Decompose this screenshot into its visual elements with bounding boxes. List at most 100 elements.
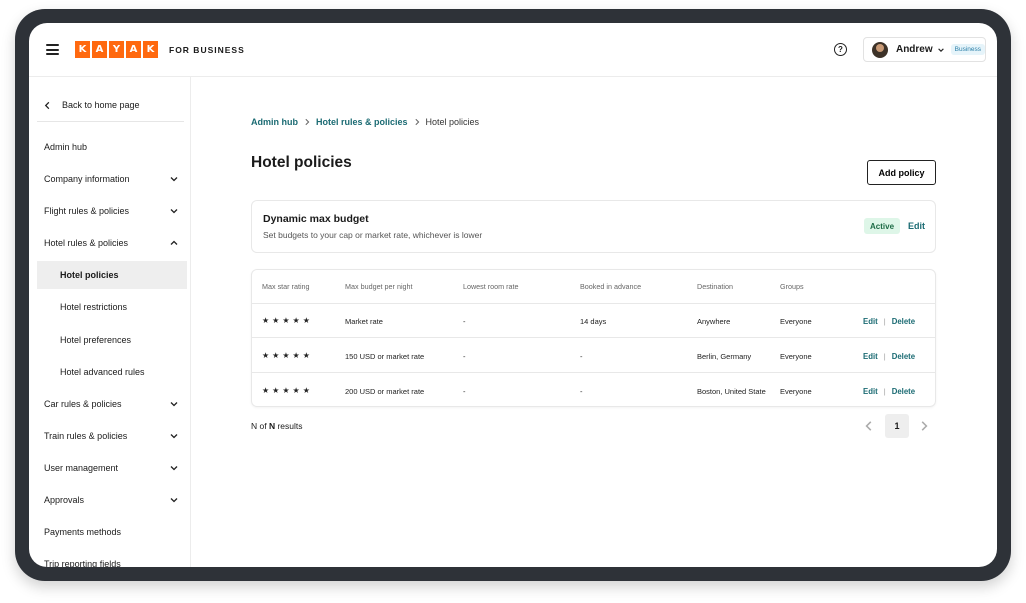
sidebar-item-label: Hotel policies <box>60 270 119 280</box>
sidebar-item-flight-rules-and-policies[interactable]: Flight rules & policies <box>37 197 187 225</box>
results-prefix: N of <box>251 421 269 431</box>
row-delete-link[interactable]: Delete <box>892 387 915 396</box>
star-rating: ★★★★★ <box>262 351 313 360</box>
chevron-right-icon <box>305 118 310 126</box>
logo-letter: A <box>92 41 107 58</box>
cell-groups: Everyone <box>780 352 812 361</box>
table-header: Max star rating Max budget per night Low… <box>252 270 935 304</box>
cell-groups: Everyone <box>780 317 812 326</box>
breadcrumb-hotel-rules[interactable]: Hotel rules & policies <box>316 117 408 127</box>
sidebar-item-label: Hotel restrictions <box>60 302 128 312</box>
sidebar-item-hotel-rules-and-policies[interactable]: Hotel rules & policies <box>37 229 187 257</box>
action-separator: | <box>883 387 886 396</box>
row-delete-link[interactable]: Delete <box>892 352 915 361</box>
sidebar-item-label: Trip reporting fields <box>44 559 121 567</box>
sidebar-item-user-management[interactable]: User management <box>37 454 187 482</box>
budget-card-description: Set budgets to your cap or market rate, … <box>263 230 483 240</box>
breadcrumb: Admin hub Hotel rules & policies Hotel p… <box>251 117 479 127</box>
sidebar-item-hotel-restrictions[interactable]: Hotel restrictions <box>37 293 187 321</box>
chevron-down-icon <box>170 402 178 407</box>
sidebar-item-label: Flight rules & policies <box>44 206 130 216</box>
cell-groups: Everyone <box>780 387 812 396</box>
policies-table: Max star rating Max budget per night Low… <box>251 269 936 407</box>
top-bar: KAYAK FOR BUSINESS ? Andrew Business <box>29 23 997 77</box>
chevron-down-icon <box>170 209 178 214</box>
cell-destination: Boston, United State <box>697 387 766 396</box>
row-edit-link[interactable]: Edit <box>863 387 878 396</box>
app-screen: KAYAK FOR BUSINESS ? Andrew Business Bac… <box>29 23 997 567</box>
column-header: Booked in advance <box>580 282 642 291</box>
row-edit-link[interactable]: Edit <box>863 317 878 326</box>
device-frame: KAYAK FOR BUSINESS ? Andrew Business Bac… <box>15 9 1011 581</box>
cell-budget: 150 USD or market rate <box>345 352 425 361</box>
chevron-right-icon <box>414 118 419 126</box>
budget-edit-link[interactable]: Edit <box>908 221 925 231</box>
row-actions: Edit | Delete <box>863 317 915 326</box>
sidebar: Back to home page Admin hub Company infor… <box>29 77 191 567</box>
sidebar-item-car-rules-and-policies[interactable]: Car rules & policies <box>37 390 187 418</box>
cell-destination: Anywhere <box>697 317 731 326</box>
row-actions: Edit | Delete <box>863 387 915 396</box>
add-policy-button[interactable]: Add policy <box>867 160 936 185</box>
hamburger-icon[interactable] <box>46 44 59 55</box>
logo-letter: K <box>75 41 90 58</box>
star-rating: ★★★★★ <box>262 316 313 325</box>
sidebar-item-admin-hub[interactable]: Admin hub <box>37 133 187 161</box>
sidebar-item-label: Car rules & policies <box>44 399 122 409</box>
cell-lowest-rate: - <box>463 352 466 361</box>
sidebar-item-company-information[interactable]: Company information <box>37 165 187 193</box>
column-header: Lowest room rate <box>463 282 519 291</box>
back-link-label: Back to home page <box>62 100 140 110</box>
column-header: Max star rating <box>262 282 310 291</box>
chevron-down-icon <box>170 177 178 182</box>
sidebar-item-label: Company information <box>44 174 130 184</box>
cell-budget: 200 USD or market rate <box>345 387 425 396</box>
user-menu[interactable]: Andrew Business <box>863 37 986 62</box>
row-edit-link[interactable]: Edit <box>863 352 878 361</box>
page-1-button[interactable]: 1 <box>885 414 909 438</box>
sidebar-item-hotel-preferences[interactable]: Hotel preferences <box>37 326 187 354</box>
back-to-home-link[interactable]: Back to home page <box>43 96 183 114</box>
row-delete-link[interactable]: Delete <box>892 317 915 326</box>
page-title: Hotel policies <box>251 154 352 171</box>
sidebar-item-train-rules-and-policies[interactable]: Train rules & policies <box>37 422 187 450</box>
chevron-right-icon[interactable] <box>918 420 930 432</box>
dynamic-budget-card: Dynamic max budget Set budgets to your c… <box>251 200 936 253</box>
chevron-left-icon[interactable] <box>863 420 875 432</box>
cell-lowest-rate: - <box>463 387 466 396</box>
status-badge: Active <box>864 218 901 234</box>
action-separator: | <box>883 317 886 326</box>
sidebar-item-payments-methods[interactable]: Payments methods <box>37 518 187 546</box>
account-type-badge: Business <box>950 44 985 55</box>
chevron-down-icon <box>170 466 178 471</box>
sidebar-item-label: Train rules & policies <box>44 431 128 441</box>
column-header: Groups <box>780 282 804 291</box>
sidebar-item-label: User management <box>44 463 119 473</box>
row-actions: Edit | Delete <box>863 352 915 361</box>
sidebar-item-trip-reporting-fields[interactable]: Trip reporting fields <box>37 550 187 567</box>
avatar <box>872 41 888 58</box>
cell-advance: - <box>580 352 583 361</box>
sidebar-item-label: Approvals <box>44 495 85 505</box>
sidebar-item-label: Hotel advanced rules <box>60 367 145 377</box>
kayak-logo[interactable]: KAYAK <box>75 41 158 58</box>
sidebar-item-label: Payments methods <box>44 527 122 537</box>
sidebar-item-hotel-policies[interactable]: Hotel policies <box>37 261 187 289</box>
chevron-up-icon <box>170 240 178 245</box>
cell-advance: 14 days <box>580 317 607 326</box>
sidebar-item-label: Hotel rules & policies <box>44 238 129 248</box>
sidebar-item-label: Hotel preferences <box>60 335 132 345</box>
chevron-down-icon <box>170 434 178 439</box>
sidebar-item-label: Admin hub <box>44 142 88 152</box>
help-icon[interactable]: ? <box>834 43 847 56</box>
sidebar-item-approvals[interactable]: Approvals <box>37 486 187 514</box>
logo-letter: Y <box>109 41 124 58</box>
action-separator: | <box>883 352 886 361</box>
sidebar-item-hotel-advanced-rules[interactable]: Hotel advanced rules <box>37 358 187 386</box>
cell-lowest-rate: - <box>463 317 466 326</box>
table-row: ★★★★★ Market rate - 14 days Anywhere Eve… <box>252 304 935 338</box>
user-name: Andrew <box>895 44 933 55</box>
sidebar-divider <box>37 121 184 122</box>
breadcrumb-admin-hub[interactable]: Admin hub <box>251 117 298 127</box>
table-row: ★★★★★ 200 USD or market rate - - Boston,… <box>252 374 935 406</box>
